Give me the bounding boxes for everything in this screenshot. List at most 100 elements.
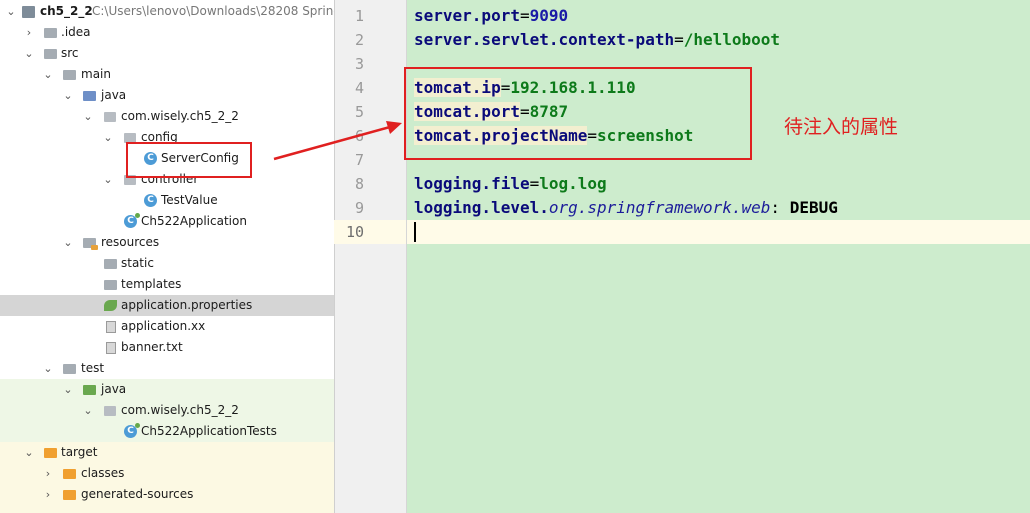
tree-item-application-properties[interactable]: application.properties [0,295,334,316]
chevron-down-icon[interactable]: ⌄ [83,400,93,421]
tree-item-label: target [61,445,98,459]
tree-item-templates[interactable]: templates [0,274,334,295]
tree-item-app[interactable]: C Ch522Application [0,211,334,232]
text-file-icon [106,342,116,354]
tree-item-java[interactable]: ⌄ java [0,85,334,106]
tree-item-static[interactable]: static [0,253,334,274]
chevron-right-icon[interactable]: › [43,484,53,505]
excluded-folder-icon [63,469,76,479]
module-icon [22,6,35,18]
tree-item-main[interactable]: ⌄ main [0,64,334,85]
test-folder-icon [83,385,96,395]
tree-item-label: resources [101,235,160,249]
package-icon [104,112,116,122]
tree-item-label: Ch522ApplicationTests [141,424,277,438]
chevron-down-icon[interactable]: ⌄ [103,169,113,190]
project-tree: ⌄ ch5_2_2 C:\Users\lenovo\Downloads\2820… [0,0,334,513]
package-icon [104,406,116,416]
current-line-highlight [334,220,1030,244]
property-value: 9090 [529,6,569,25]
property-value: DEBUG [789,198,838,217]
source-folder-icon [83,91,96,101]
tree-item-label: generated-sources [81,487,194,501]
chevron-down-icon[interactable]: ⌄ [43,64,53,85]
equals-sign: = [529,174,540,193]
tree-item-label: com.wisely.ch5_2_2 [121,403,239,417]
tree-item-target[interactable]: ⌄ target [0,442,334,463]
folder-icon [104,259,117,269]
chevron-down-icon[interactable]: ⌄ [24,442,34,463]
spring-boot-class-icon: C [124,213,140,228]
tree-item-label: main [81,67,111,81]
tree-item-label: .idea [61,25,91,39]
tree-item-banner[interactable]: banner.txt [0,337,334,358]
property-key: logging.file [414,174,530,193]
chevron-down-icon[interactable]: ⌄ [63,379,73,400]
root-name: ch5_2_2 [40,4,93,18]
folder-icon [63,70,76,80]
tree-item-test-java[interactable]: ⌄ java [0,379,334,400]
resources-folder-icon [83,238,98,250]
excluded-folder-icon [63,490,76,500]
folder-icon [104,280,117,290]
chevron-down-icon[interactable]: ⌄ [63,85,73,106]
tree-item-label: com.wisely.ch5_2_2 [121,109,239,123]
tree-item-label: test [81,361,105,375]
line-number: 3 [354,55,364,73]
line-number: 7 [354,151,364,169]
code-line-1[interactable]: server.port=9090 [414,4,568,28]
class-icon: C [144,194,157,207]
root-path: C:\Users\lenovo\Downloads\28208 Spring [92,4,334,18]
property-value: /helloboot [683,30,781,49]
tree-item-label: java [101,88,127,102]
tree-item-label: templates [121,277,182,291]
tree-item-resources[interactable]: ⌄ resources [0,232,334,253]
tree-item-classes[interactable]: › classes [0,463,334,484]
highlight-box-server-config [126,142,252,178]
file-icon [106,321,116,333]
equals-sign: = [519,6,530,25]
tree-item-generated-sources[interactable]: › generated-sources [0,484,334,505]
property-key: server.port [414,6,520,25]
tree-item-app-tests[interactable]: C Ch522ApplicationTests [0,421,334,442]
chevron-right-icon[interactable]: › [43,463,53,484]
line-number: 8 [354,175,364,193]
tree-item-test-value[interactable]: C TestValue [0,190,334,211]
line-number: 9 [354,199,364,217]
tree-item-idea[interactable]: › .idea [0,22,334,43]
chevron-down-icon[interactable]: ⌄ [103,127,113,148]
line-number-current: 10 [345,223,364,241]
chevron-right-icon[interactable]: › [24,22,34,43]
tree-root[interactable]: ⌄ ch5_2_2 C:\Users\lenovo\Downloads\2820… [0,1,334,22]
code-line-2[interactable]: server.servlet.context-path=/helloboot [414,28,780,52]
text-caret [414,222,416,242]
chevron-down-icon[interactable]: ⌄ [6,1,16,22]
tree-item-label: application.properties [121,298,253,312]
excluded-folder-icon [44,448,57,458]
tree-item-label: application.xx [121,319,206,333]
annotation-text: 待注入的属性 [784,116,899,138]
chevron-down-icon[interactable]: ⌄ [24,43,34,64]
chevron-down-icon[interactable]: ⌄ [63,232,73,253]
test-class-icon: C [124,423,140,438]
line-number: 1 [354,7,364,25]
line-number: 6 [354,127,364,145]
tree-item-label: classes [81,466,125,480]
spring-properties-icon [104,300,117,311]
equals-sign: = [674,30,684,49]
chevron-down-icon[interactable]: ⌄ [83,106,93,127]
tree-item-test[interactable]: ⌄ test [0,358,334,379]
tree-item-label: static [121,256,154,270]
tree-item-label: java [101,382,127,396]
tree-item-src[interactable]: ⌄ src [0,43,334,64]
tree-item-package[interactable]: ⌄ com.wisely.ch5_2_2 [0,106,334,127]
property-value: log.log [539,174,607,193]
line-number: 2 [354,31,364,49]
folder-icon [44,28,57,38]
line-number: 4 [354,79,364,97]
tree-item-test-package[interactable]: ⌄ com.wisely.ch5_2_2 [0,400,334,421]
code-line-8[interactable]: logging.file=log.log [414,172,607,196]
chevron-down-icon[interactable]: ⌄ [43,358,53,379]
code-line-9[interactable]: logging.level.org.springframework.web: D… [414,196,838,220]
tree-item-application-xx[interactable]: application.xx [0,316,334,337]
